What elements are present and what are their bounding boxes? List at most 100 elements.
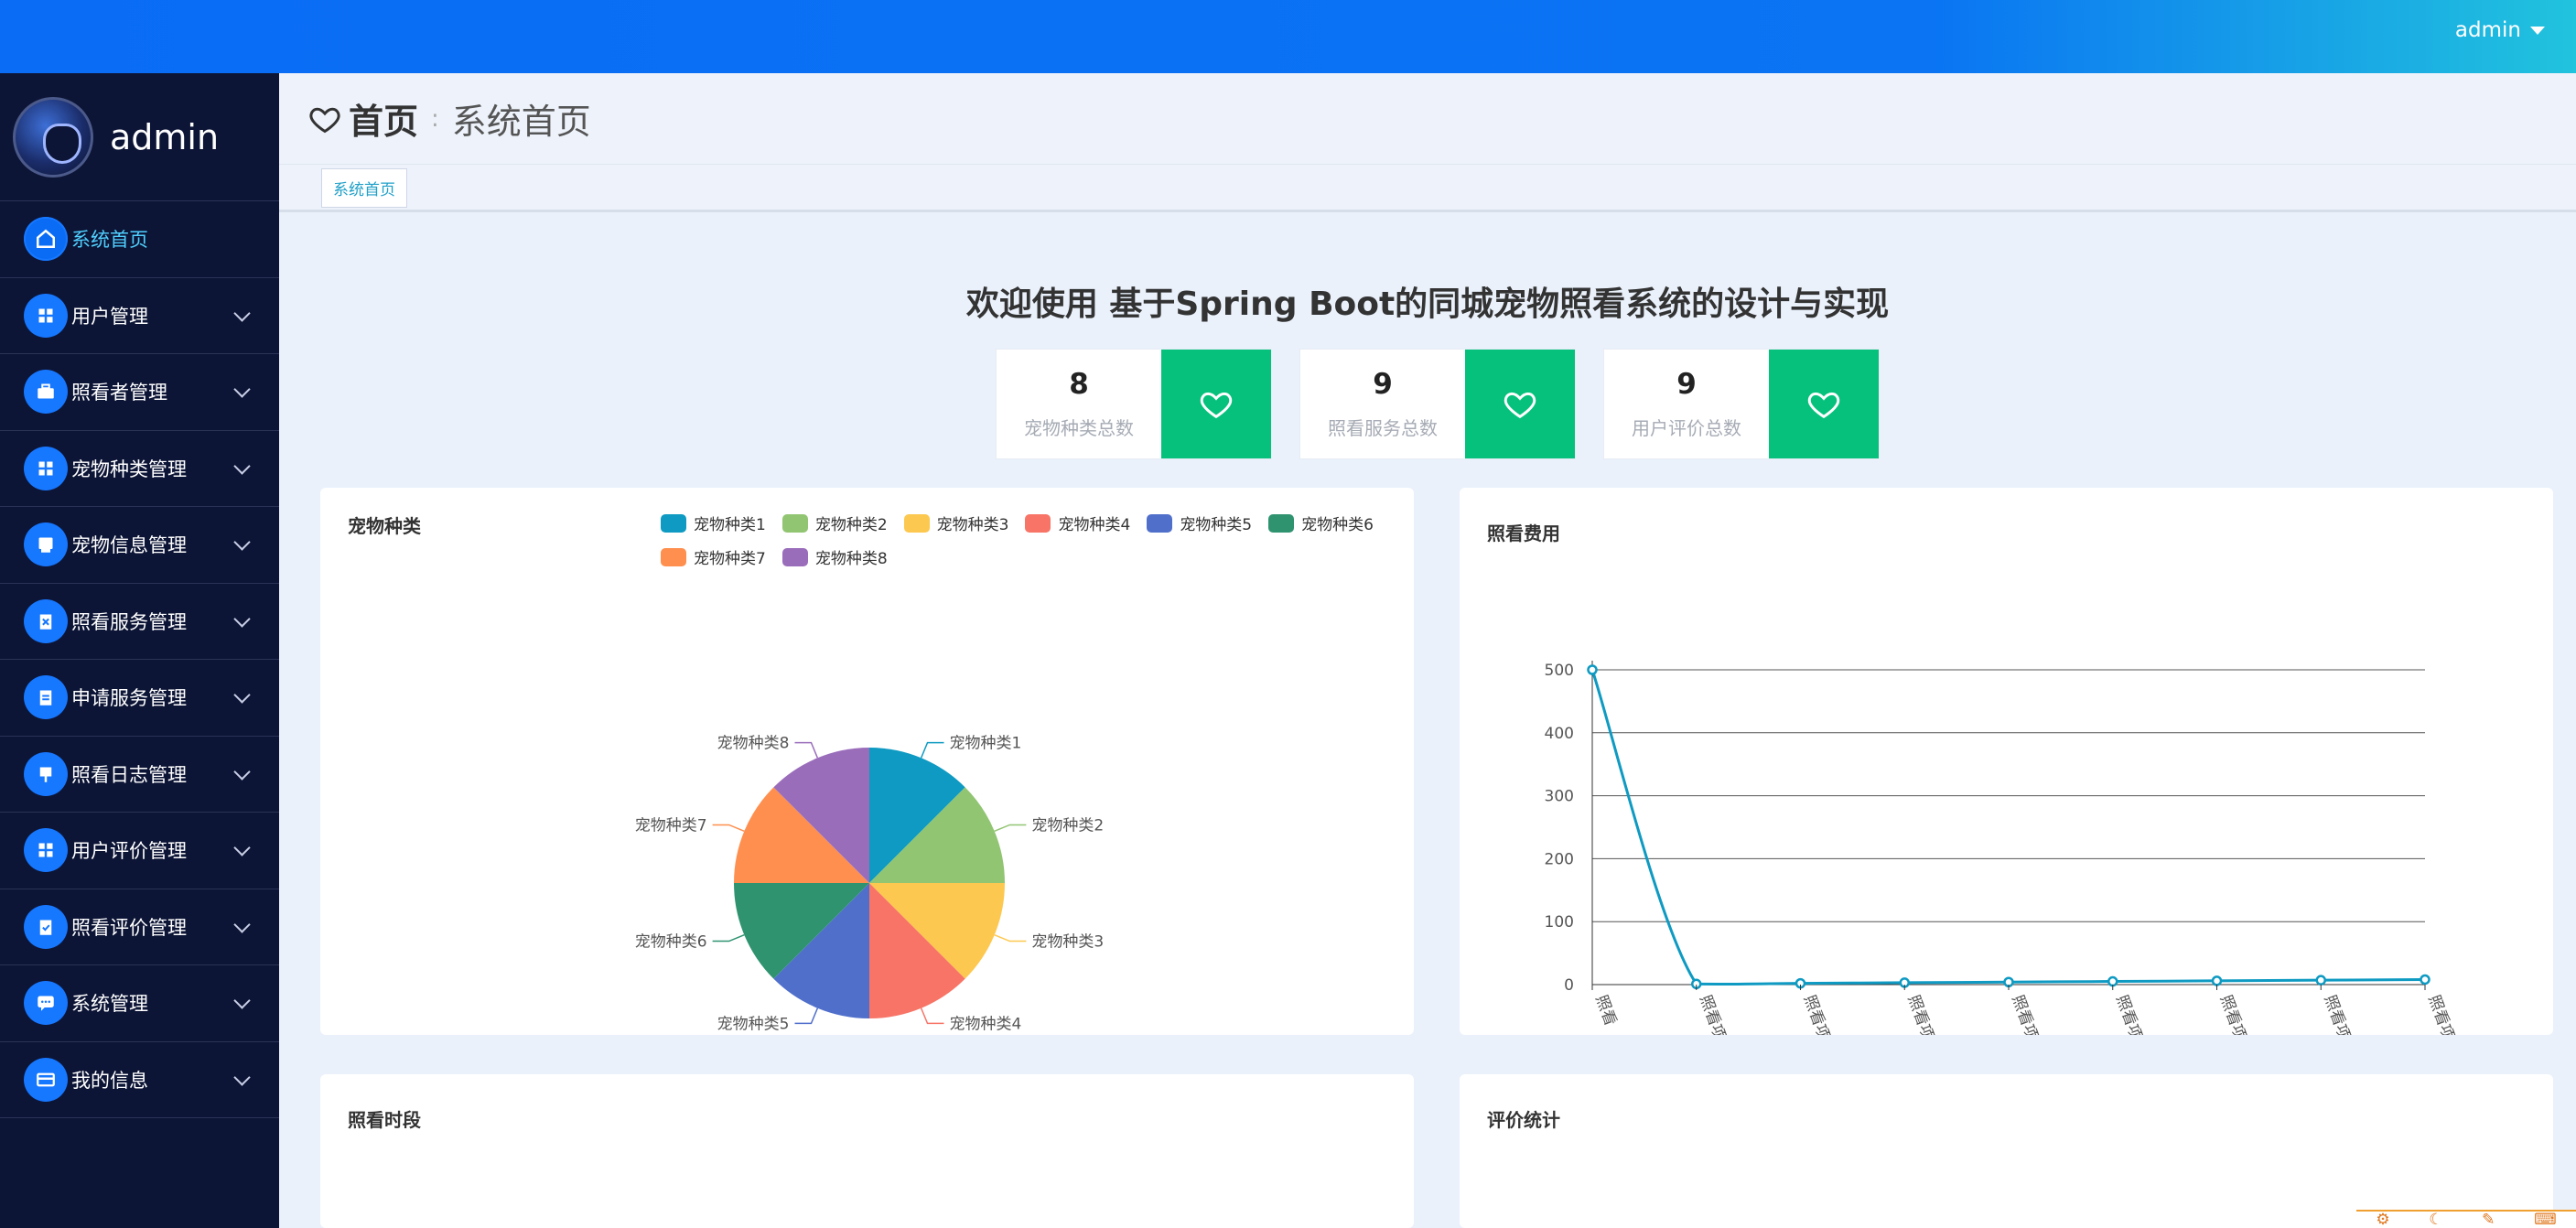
pet-type-pie-chart: 宠物种类1 宠物种类2 宠物种类3 宠物种类4 宠物种类5 宠物种类6 宠物种类7 宠物种类8 <box>635 735 1104 1034</box>
data-point[interactable] <box>2315 975 2326 986</box>
top-bar: admin <box>0 0 2576 73</box>
stat-icon-box <box>1769 350 1879 458</box>
grid-icon <box>24 293 68 338</box>
stat-number: 9 照看服务总数 <box>1300 350 1465 458</box>
tab-system-home[interactable]: 系统首页 <box>321 168 407 208</box>
chevron-down-icon <box>233 304 251 322</box>
sidebar-item-label: 系统管理 <box>71 993 148 1016</box>
sidebar: admin 系统首页 用户管理 照看者管理宠物种类管理 宠物信息管理 照看服务管理 申请服… <box>0 73 279 1228</box>
pie-label-line <box>712 933 745 943</box>
data-point[interactable] <box>2420 974 2430 986</box>
pie-slice-label: 宠物种类4 <box>950 1015 1022 1033</box>
x-tick-label: 照看项目7 <box>2321 993 2363 1035</box>
care-cost-line-chart: 0 100 200 300 400 500 照看 照看项目1 照看项目2 照看项目3 照看项目4 照看… <box>1545 661 2466 1035</box>
sidebar-item-system[interactable]: 系统管理 <box>0 965 279 1042</box>
chevron-down-icon <box>233 762 251 781</box>
ime-icon[interactable]: ✎ <box>2482 1211 2495 1228</box>
sidebar-item-care-logs[interactable]: 照看日志管理 <box>0 737 279 813</box>
stat-card: 9 照看服务总数 <box>1299 349 1576 459</box>
breadcrumb-separator: : <box>431 104 439 133</box>
avatar <box>13 96 93 178</box>
pie-slice-label: 宠物种类2 <box>1031 816 1104 835</box>
breadcrumb-root[interactable]: 首页 <box>349 93 418 144</box>
y-tick-label: 400 <box>1545 725 1574 743</box>
sidebar-item-label: 用户评价管理 <box>71 840 187 863</box>
sidebar-item-label: 照看评价管理 <box>71 916 187 939</box>
chevron-down-icon <box>233 839 251 856</box>
y-tick-label: 100 <box>1545 913 1574 932</box>
sidebar-item-label: 申请服务管理 <box>71 687 187 710</box>
tabs-bar: 系统首页 <box>279 165 2576 212</box>
user-menu[interactable]: admin <box>2455 18 2545 42</box>
clipboard-check-icon <box>24 904 68 949</box>
ime-icon[interactable]: ⚙ <box>2376 1211 2389 1228</box>
sidebar-item-pet-info[interactable]: 宠物信息管理 <box>0 507 279 584</box>
sidebar-item-pet-types[interactable]: 宠物种类管理 <box>0 431 279 507</box>
pin-icon <box>24 751 68 796</box>
pie-slice-label: 宠物种类6 <box>635 933 707 952</box>
sidebar-item-apply-services[interactable]: 申请服务管理 <box>0 660 279 737</box>
sidebar-item-home[interactable]: 系统首页 <box>0 201 279 278</box>
card-icon <box>24 1057 68 1102</box>
x-tick-label: 照看项目8 <box>2424 993 2466 1035</box>
x-tick-label: 照看项目2 <box>1800 993 1842 1035</box>
user-menu-label: admin <box>2454 18 2521 42</box>
sidebar-item-my-info[interactable]: 我的信息 <box>0 1042 279 1118</box>
chevron-down-icon <box>233 992 251 1009</box>
caret-down-icon <box>2530 26 2545 35</box>
ime-toolbar[interactable]: ⚙ ☾ ✎ ⌨ <box>2356 1210 2576 1228</box>
stat-value: 9 <box>1373 368 1393 401</box>
data-point[interactable] <box>1587 664 1598 675</box>
sidebar-item-care-services[interactable]: 照看服务管理 <box>0 584 279 660</box>
sidebar-item-label: 照看服务管理 <box>71 610 187 633</box>
chat-icon <box>24 981 68 1026</box>
x-tick-label: 照看项目5 <box>2112 993 2154 1035</box>
pie-label-line <box>920 741 944 759</box>
pie-slice-label: 宠物种类5 <box>717 1015 790 1033</box>
sidebar-item-care-reviews[interactable]: 照看评价管理 <box>0 889 279 965</box>
pie-label-line <box>794 741 819 759</box>
pie-label-line <box>994 824 1027 833</box>
heart-icon <box>1807 392 1840 418</box>
stat-label: 照看服务总数 <box>1328 417 1438 439</box>
pie-label-line <box>994 933 1027 943</box>
chevron-down-icon <box>233 915 251 933</box>
pet-type-chart-panel: 宠物种类 宠物种类1 宠物种类2 宠物种类3 宠物种类4 宠物种类5 宠物种类6 宠物种类7… <box>320 488 1414 1035</box>
sidebar-item-label: 我的信息 <box>71 1069 148 1092</box>
chevron-down-icon <box>233 533 251 551</box>
clipboard-x-icon <box>24 598 68 643</box>
chevron-down-icon <box>233 609 251 628</box>
heart-icon <box>1504 392 1536 418</box>
ime-icon[interactable]: ☾ <box>2429 1211 2442 1228</box>
ime-icon[interactable]: ⌨ <box>2534 1211 2557 1228</box>
x-tick-label: 照看项目4 <box>2008 993 2050 1035</box>
sidebar-item-users[interactable]: 用户管理 <box>0 278 279 354</box>
sidebar-item-label: 宠物种类管理 <box>71 458 187 480</box>
sidebar-item-label: 照看日志管理 <box>71 763 187 786</box>
chevron-down-icon <box>233 381 251 398</box>
data-point[interactable] <box>2211 975 2223 986</box>
stat-card: 8 宠物种类总数 <box>996 349 1272 459</box>
profile-username: admin <box>110 116 220 157</box>
chevron-down-icon <box>233 457 251 475</box>
review-stats-chart-panel: 评价统计 <box>1460 1074 2553 1228</box>
stat-card: 9 用户评价总数 <box>1603 349 1880 459</box>
series-line <box>1590 669 2426 986</box>
folder-icon <box>24 522 68 567</box>
heart-icon <box>309 107 340 133</box>
care-period-bar-chart: 8 <box>320 1074 1414 1228</box>
sidebar-item-caretakers[interactable]: 照看者管理 <box>0 354 279 431</box>
y-tick-label: 300 <box>1545 788 1574 806</box>
sidebar-profile: admin <box>0 73 279 201</box>
stat-number: 9 用户评价总数 <box>1604 350 1769 458</box>
data-point[interactable] <box>2107 975 2118 987</box>
grid-icon <box>24 446 68 490</box>
home-icon <box>24 217 68 262</box>
stat-value: 9 <box>1676 368 1697 401</box>
care-period-chart-panel: 照看时段 8 <box>320 1074 1414 1228</box>
sidebar-item-label: 宠物信息管理 <box>71 534 187 557</box>
sidebar-item-user-reviews[interactable]: 用户评价管理 <box>0 813 279 889</box>
welcome-title: 欢迎使用 基于Spring Boot的同城宠物照看系统的设计与实现 <box>965 285 1890 323</box>
stat-icon-box <box>1161 350 1271 458</box>
briefcase-icon <box>24 370 68 415</box>
